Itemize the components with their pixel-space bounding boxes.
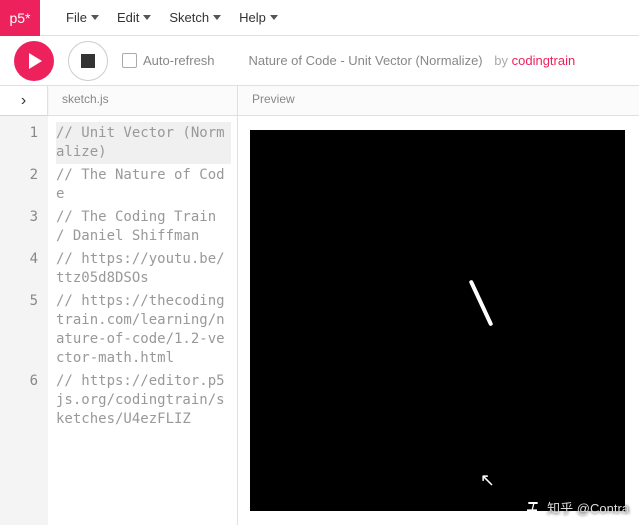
caret-down-icon [213, 15, 221, 20]
menubar: p5* File Edit Sketch Help [0, 0, 639, 36]
editor-pane: 123456 // Unit Vector (Normalize)// The … [0, 116, 238, 525]
code-line[interactable]: // https://youtu.be/ttz05d8DSOs [56, 248, 231, 290]
code-line[interactable]: // https://editor.p5js.org/codingtrain/s… [56, 370, 231, 431]
auto-refresh-checkbox[interactable] [122, 53, 137, 68]
menu-edit[interactable]: Edit [111, 6, 157, 29]
cursor-icon: ↖ [480, 470, 495, 491]
zhihu-icon [525, 500, 541, 516]
code-editor[interactable]: // Unit Vector (Normalize)// The Nature … [48, 116, 237, 525]
line-number: 2 [0, 164, 48, 206]
caret-down-icon [91, 15, 99, 20]
tab-preview: Preview [238, 86, 309, 115]
auto-refresh-label: Auto-refresh [143, 53, 215, 68]
tab-sketch-file[interactable]: sketch.js [48, 86, 238, 115]
vector-line-graphic [469, 280, 494, 327]
preview-pane: ↖ [238, 116, 639, 525]
tabs-row: › sketch.js Preview [0, 86, 639, 116]
menu-help[interactable]: Help [233, 6, 284, 29]
menu-items: File Edit Sketch Help [40, 6, 284, 29]
chevron-right-icon: › [21, 92, 26, 110]
code-line[interactable]: // The Nature of Code [56, 164, 231, 206]
code-line[interactable]: // Unit Vector (Normalize) [56, 122, 231, 164]
code-line[interactable]: // The Coding Train / Daniel Shiffman [56, 206, 231, 248]
by-label: by [494, 53, 508, 68]
by-line: by codingtrain [494, 53, 575, 68]
workspace: 123456 // Unit Vector (Normalize)// The … [0, 116, 639, 525]
watermark: 知乎 @Contra [525, 498, 629, 517]
menu-help-label: Help [239, 10, 266, 25]
play-button[interactable] [14, 41, 54, 81]
menu-sketch[interactable]: Sketch [163, 6, 227, 29]
menu-edit-label: Edit [117, 10, 139, 25]
author-link[interactable]: codingtrain [512, 53, 576, 68]
line-number: 4 [0, 248, 48, 290]
line-gutter: 123456 [0, 116, 48, 525]
stop-button[interactable] [68, 41, 108, 81]
toolbar: Auto-refresh Nature of Code - Unit Vecto… [0, 36, 639, 86]
code-line[interactable]: // https://thecodingtrain.com/learning/n… [56, 290, 231, 370]
play-icon [29, 53, 42, 69]
caret-down-icon [143, 15, 151, 20]
line-number: 5 [0, 290, 48, 370]
expand-sidebar-button[interactable]: › [0, 86, 48, 115]
sketch-title: Nature of Code - Unit Vector (Normalize)… [249, 53, 625, 68]
menu-sketch-label: Sketch [169, 10, 209, 25]
sketch-title-text: Nature of Code - Unit Vector (Normalize) [249, 53, 483, 68]
watermark-text: 知乎 @Contra [547, 498, 629, 517]
menu-file-label: File [66, 10, 87, 25]
p5-logo[interactable]: p5* [0, 0, 40, 36]
stop-icon [81, 54, 95, 68]
preview-canvas[interactable]: ↖ [250, 130, 625, 511]
line-number: 6 [0, 370, 48, 431]
auto-refresh-toggle: Auto-refresh [122, 53, 215, 68]
line-number: 1 [0, 122, 48, 164]
menu-file[interactable]: File [60, 6, 105, 29]
line-number: 3 [0, 206, 48, 248]
caret-down-icon [270, 15, 278, 20]
